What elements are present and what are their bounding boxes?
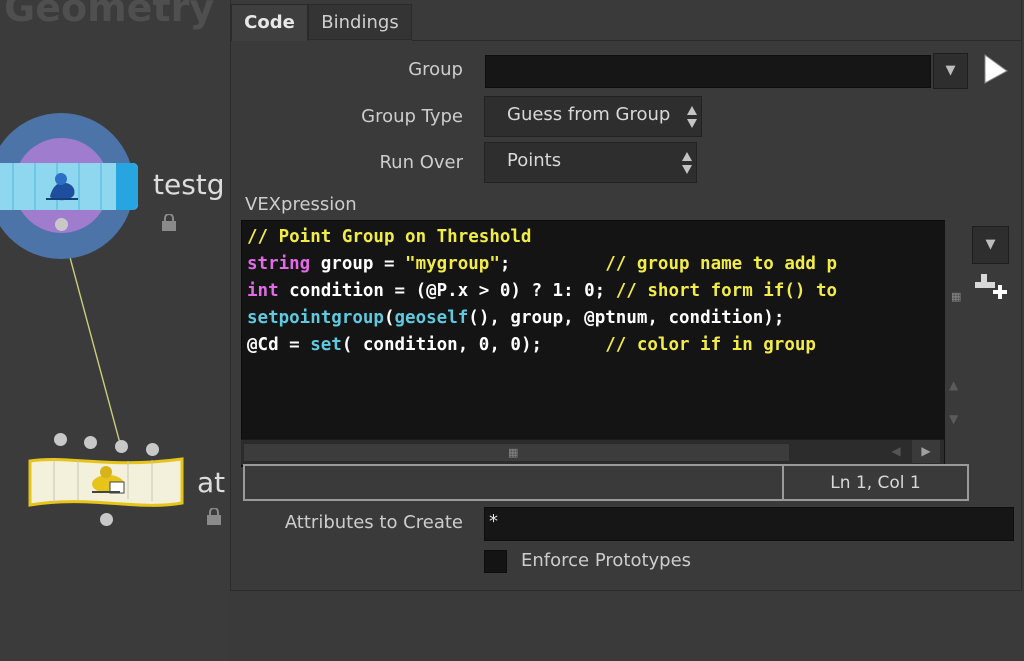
code-token: string bbox=[247, 254, 311, 274]
group-type-label: Group Type bbox=[361, 106, 463, 127]
wrangle-node-icon bbox=[46, 173, 78, 201]
code-line-2: string group = "mygroup"; // group name … bbox=[247, 251, 837, 278]
scroll-left-button[interactable]: ◀ bbox=[882, 440, 910, 463]
code-line-5: @Cd = set( condition, 0, 0); // color if… bbox=[247, 332, 837, 359]
scroll-right-button[interactable]: ▶ bbox=[912, 440, 940, 463]
add-spare-parameters-icon[interactable] bbox=[973, 270, 1011, 306]
node-testgroup-label: testg bbox=[153, 168, 225, 201]
parameter-panel: Code Bindings Group ▼ Group Type Guess f… bbox=[230, 0, 1022, 591]
node-input-port-2[interactable] bbox=[84, 436, 97, 449]
scroll-up-button[interactable]: ▲ bbox=[949, 378, 958, 392]
node-input-port-1[interactable] bbox=[54, 433, 67, 446]
updown-arrows-icon bbox=[687, 106, 697, 128]
select-arrow-icon[interactable] bbox=[981, 53, 1009, 87]
enforce-prototypes-label: Enforce Prototypes bbox=[521, 550, 692, 571]
code-line-3: int condition = (@P.x > 0) ? 1: 0; // sh… bbox=[247, 278, 837, 305]
lock-icon bbox=[162, 214, 176, 231]
network-view[interactable]: Geometry testg at bbox=[0, 0, 230, 661]
code-token: ( bbox=[383, 308, 395, 328]
scrollbar-thumb[interactable]: ▦ bbox=[243, 443, 790, 462]
vexpression-label: VEXpression bbox=[245, 194, 357, 215]
code-token: // color if in group bbox=[605, 335, 816, 355]
node-input-port-3[interactable] bbox=[115, 440, 128, 453]
chevron-down-icon: ▼ bbox=[945, 63, 956, 78]
attributes-to-create-value: * bbox=[489, 511, 498, 532]
node-connection-wire bbox=[60, 223, 122, 448]
horizontal-scrollbar[interactable]: ▦ bbox=[241, 439, 944, 465]
vertical-scrollbar[interactable] bbox=[945, 220, 971, 465]
code-token: (), group, @ptnum, condition); bbox=[468, 308, 785, 328]
group-type-menu[interactable]: Guess from Group bbox=[484, 96, 702, 137]
tab-bindings[interactable]: Bindings bbox=[308, 4, 412, 40]
scroll-down-button[interactable]: ▼ bbox=[949, 412, 958, 426]
code-token: "mygroup" bbox=[405, 254, 500, 274]
group-input[interactable] bbox=[485, 55, 931, 88]
code-text[interactable]: // Point Group on Threshold string group … bbox=[247, 224, 837, 359]
cursor-position: Ln 1, Col 1 bbox=[830, 473, 921, 493]
attributes-to-create-label: Attributes to Create bbox=[284, 512, 463, 533]
tab-code[interactable]: Code bbox=[231, 4, 308, 41]
code-token: // short form if() to bbox=[615, 281, 838, 301]
node-testgroup-flag[interactable] bbox=[116, 163, 138, 210]
grip-icon: ▦ bbox=[508, 446, 519, 459]
attribwrangle-node-icon bbox=[92, 466, 125, 494]
code-token: // Point Group on Threshold bbox=[247, 227, 532, 247]
code-token: ( condition, 0, 0); bbox=[341, 335, 606, 355]
group-type-value: Guess from Group bbox=[507, 104, 671, 125]
code-token: int bbox=[247, 281, 279, 301]
vexpression-editor[interactable]: // Point Group on Threshold string group … bbox=[241, 220, 946, 467]
code-token: ; bbox=[499, 254, 606, 274]
grip-icon: ▦ bbox=[951, 290, 962, 303]
code-token: @Cd = bbox=[247, 335, 311, 355]
group-label: Group bbox=[408, 59, 463, 80]
chevron-down-icon: ▼ bbox=[985, 237, 996, 252]
code-token: condition = (@P.x > 0) ? 1: 0; bbox=[278, 281, 616, 301]
lock-icon bbox=[207, 508, 221, 525]
node-attribwrangle-output-port[interactable] bbox=[100, 513, 113, 526]
updown-arrows-icon bbox=[682, 152, 692, 174]
code-line-4: setpointgroup(geoself(), group, @ptnum, … bbox=[247, 305, 837, 332]
code-token: setpointgroup bbox=[247, 308, 384, 328]
node-testgroup-output-port[interactable] bbox=[55, 218, 68, 231]
code-token: geoself bbox=[394, 308, 469, 328]
run-over-label: Run Over bbox=[379, 152, 463, 173]
attributes-to-create-input[interactable] bbox=[484, 507, 1014, 541]
code-presets-dropdown[interactable]: ▼ bbox=[972, 226, 1009, 264]
tab-divider bbox=[412, 40, 1021, 41]
run-over-value: Points bbox=[507, 150, 562, 171]
panel-footer-area bbox=[228, 590, 1024, 661]
code-token: set bbox=[310, 335, 342, 355]
code-token: // group name to add p bbox=[605, 254, 838, 274]
code-token: group = bbox=[310, 254, 406, 274]
run-over-menu[interactable]: Points bbox=[484, 142, 697, 183]
code-line-1: // Point Group on Threshold bbox=[247, 224, 837, 251]
enforce-prototypes-checkbox[interactable] bbox=[484, 550, 507, 573]
group-dropdown-button[interactable]: ▼ bbox=[933, 53, 968, 89]
node-attribwrangle-label: at bbox=[197, 466, 226, 499]
